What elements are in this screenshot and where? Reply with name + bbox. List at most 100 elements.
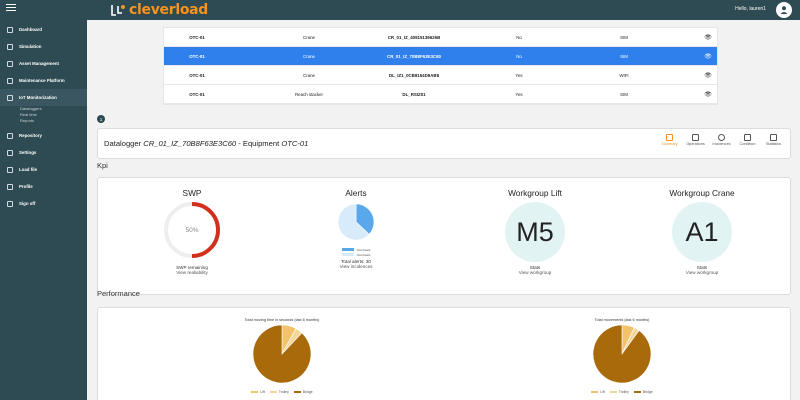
maintenance-icon	[7, 77, 13, 84]
sidebar-item-settings[interactable]: Settings	[0, 144, 87, 161]
settings-icon	[7, 149, 13, 156]
main-content: OTC-01 Crane CR_01_IZ_40915139626B No SI…	[87, 20, 800, 400]
sidebar-item-repository[interactable]: Repository	[0, 127, 87, 144]
sidebar-item-dashboard[interactable]: Dashboard	[0, 21, 87, 38]
sidebar: Dashboard Simulation Asset Management Ma…	[0, 20, 87, 400]
tab-label: Condition	[739, 142, 756, 146]
legend-label: Overheats	[356, 252, 371, 257]
kpi-title: SWP	[182, 188, 202, 198]
alerts-legend-item: Overheats	[296, 252, 416, 257]
table-row[interactable]: OTC-01 Reach stacker DL_RSIZ01 Yes SIM 👁	[164, 85, 717, 104]
kpi-alerts: Alerts Overheats Overheats Total alerts:…	[296, 188, 416, 269]
cell-equipment-id: OTC-01	[189, 35, 205, 40]
kpi-section-title: Kpi	[97, 161, 108, 170]
cell-live: No	[516, 35, 522, 40]
alerts-pie-chart	[337, 203, 375, 241]
eye-icon[interactable]: 👁	[704, 91, 712, 98]
cell-live: Yes	[515, 73, 523, 78]
cell-datalogger: CR_01_IZ_70B8F63E3C60	[387, 54, 441, 59]
sidebar-item-label: Repository	[19, 133, 42, 138]
sidebar-item-sign-off[interactable]: Sign off	[0, 195, 87, 212]
legend-item: Trolley	[269, 390, 289, 394]
pie-chart-moving-time: Total moving time in seconds (last 6 mon…	[222, 318, 342, 394]
sidebar-item-label: IoT Monitorization	[19, 95, 57, 100]
legend-swatch	[341, 253, 354, 256]
swp-ring-chart: 50%	[164, 202, 220, 258]
repository-icon	[7, 132, 13, 139]
view-workgroup-crane-link[interactable]: View workgroup	[642, 270, 762, 275]
eye-icon[interactable]: 👁	[704, 34, 712, 41]
legend-label: Overheats	[356, 247, 371, 252]
sidebar-item-maintenance-platform[interactable]: Maintenance Platform	[0, 72, 87, 89]
legend-label: Lift	[600, 390, 605, 394]
sidebar-item-label: Profile	[19, 184, 33, 189]
tab-condition[interactable]: Condition	[737, 134, 758, 146]
performance-section-title: Performance	[97, 289, 140, 298]
app-root: cleverload Hello, lauren1 Dashboard Simu…	[0, 0, 800, 400]
tab-incidences[interactable]: Incidences	[711, 134, 732, 146]
pie-chart-movements: Total movements (last 6 months) Lift Tro…	[562, 318, 682, 394]
cell-connection: WIFI	[619, 73, 629, 78]
logo[interactable]: cleverload	[110, 1, 208, 19]
sidebar-item-asset-management[interactable]: Asset Management	[0, 55, 87, 72]
asset-icon	[7, 60, 13, 67]
workgroup-crane-value: A1	[672, 202, 732, 262]
sidebar-item-iot-monitorization[interactable]: IoT Monitorization	[0, 89, 87, 106]
title-prefix: Datalogger	[104, 139, 144, 148]
performance-card: Total moving time in seconds (last 6 mon…	[97, 307, 791, 400]
incidences-icon	[718, 134, 725, 141]
legend-swatch	[293, 390, 301, 394]
legend-swatch	[633, 390, 641, 394]
eye-icon[interactable]: 👁	[704, 53, 712, 60]
table-row[interactable]: OTC-01 Crane DL_IZ1_0CB8154D9AB8 Yes WIF…	[164, 66, 717, 85]
pie-title: Total movements (last 6 months)	[594, 318, 650, 322]
tab-operations[interactable]: Operations	[685, 134, 706, 146]
sidebar-item-simulation[interactable]: Simulation	[0, 38, 87, 55]
condition-icon	[744, 134, 751, 141]
cell-equipment: Reach stacker	[294, 92, 324, 97]
pie-legend: Lift Trolley Bridge	[222, 390, 342, 394]
view-realiability-link[interactable]: View realiability	[132, 270, 252, 275]
tab-summary[interactable]: Summary	[659, 134, 680, 146]
eye-icon[interactable]: 👁	[704, 72, 712, 79]
legend-item: Lift	[591, 390, 605, 394]
operations-icon	[692, 134, 699, 141]
kpi-title: Workgroup Lift	[508, 188, 562, 198]
kpi-workgroup-lift: Workgroup Lift M5 Stats View workgroup	[475, 188, 595, 275]
sidebar-item-load-file[interactable]: Load file	[0, 161, 87, 178]
sidebar-item-profile[interactable]: Profile	[0, 178, 87, 195]
legend-swatch	[269, 390, 277, 394]
hamburger-menu-icon[interactable]	[6, 4, 16, 14]
pie-title: Total moving time in seconds (last 6 mon…	[244, 318, 320, 322]
cell-datalogger: DL_RSIZ01	[402, 92, 426, 97]
tab-statistics[interactable]: Statistics	[763, 134, 784, 146]
kpi-workgroup-crane: Workgroup Crane A1 Stats View workgroup	[642, 188, 762, 275]
legend-item: Bridge	[633, 390, 653, 394]
tab-label: Incidences	[712, 142, 731, 146]
tab-label: Statistics	[765, 142, 782, 146]
user-avatar[interactable]	[776, 2, 792, 18]
legend-swatch	[341, 248, 354, 251]
table-row[interactable]: OTC-01 Crane CR_01_IZ_70B8F63E3C60 No SI…	[164, 47, 717, 66]
sidebar-item-label: Maintenance Platform	[19, 78, 65, 83]
view-incidences-link[interactable]: View incidences	[296, 264, 416, 269]
cell-connection: SIM	[620, 92, 628, 97]
cell-live: Yes	[515, 92, 523, 97]
cell-equipment-id: OTC-01	[189, 54, 205, 59]
swp-value: 50%	[185, 227, 198, 234]
view-workgroup-lift-link[interactable]: View workgroup	[475, 270, 595, 275]
datalogger-header: Datalogger CR_01_IZ_70B8F63E3C60 - Equip…	[97, 128, 791, 159]
pie-svg	[592, 324, 652, 384]
legend-item: Bridge	[293, 390, 313, 394]
cleverload-logo-icon	[111, 5, 125, 16]
sidebar-item-label: Load file	[19, 167, 38, 172]
user-icon	[780, 6, 788, 14]
cell-connection: SIM	[620, 54, 628, 59]
logo-text: cleverload	[129, 2, 209, 18]
sidebar-item-label: Settings	[19, 150, 37, 155]
table-row[interactable]: OTC-01 Crane CR_01_IZ_40915139626B No SI…	[164, 28, 717, 47]
pie-svg	[252, 324, 312, 384]
cell-equipment: Crane	[303, 35, 315, 40]
sidebar-item-label: Simulation	[19, 44, 42, 49]
cell-connection: SIM	[620, 35, 628, 40]
